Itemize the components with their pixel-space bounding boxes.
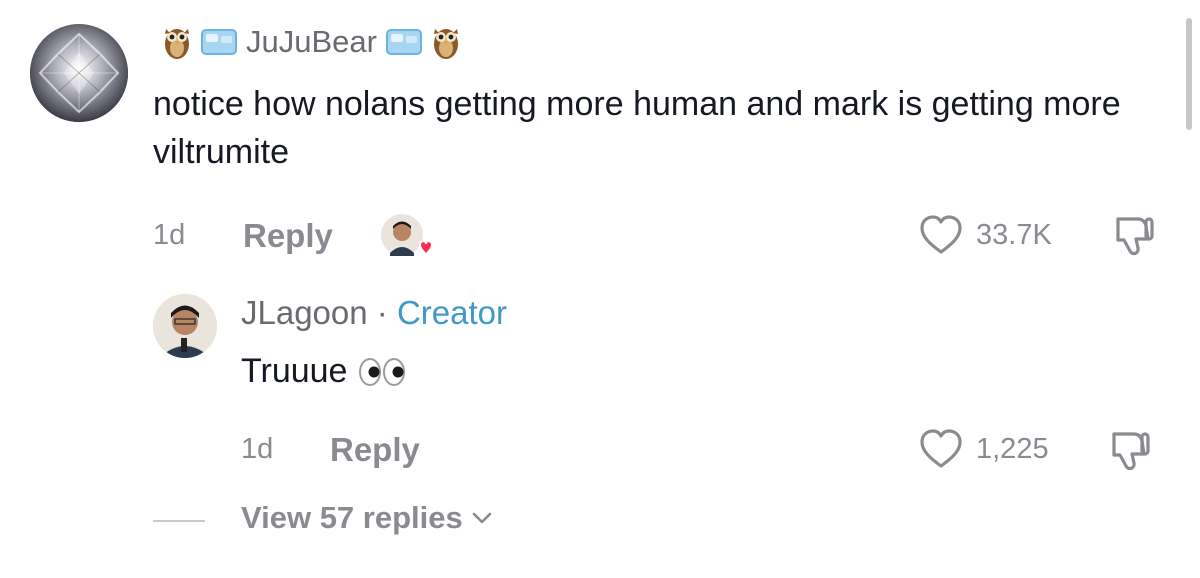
commenter-username[interactable]: JuJuBear xyxy=(246,24,377,60)
heart-outline-icon xyxy=(920,215,962,254)
reply-text: Truuue xyxy=(241,352,348,390)
creator-avatar-image xyxy=(153,294,217,358)
owl-emoji-icon xyxy=(433,29,458,59)
comment-reply-button[interactable]: Reply xyxy=(243,217,333,255)
reply-text-row: Truuue xyxy=(241,352,407,391)
creator-badge: Creator xyxy=(396,294,507,331)
name-separator: · xyxy=(367,294,397,331)
creator-avatar[interactable] xyxy=(153,294,217,358)
replies-divider xyxy=(153,520,205,522)
diamond-avatar-image xyxy=(30,24,128,122)
comment-like-count: 33.7K xyxy=(976,218,1052,251)
view-replies-label: View 57 replies xyxy=(241,500,463,535)
commenter-avatar[interactable] xyxy=(30,24,128,122)
thumbs-down-icon xyxy=(1116,217,1154,256)
scrollbar-thumb[interactable] xyxy=(1186,18,1192,130)
comment-dislike-button[interactable] xyxy=(1110,213,1156,264)
heart-outline-icon xyxy=(920,429,962,468)
thumbs-down-icon xyxy=(1112,432,1150,471)
reply-dislike-button[interactable] xyxy=(1106,428,1152,479)
ice-cube-emoji-icon xyxy=(385,29,422,55)
reply-reply-button[interactable]: Reply xyxy=(330,431,420,469)
reply-like-count: 1,225 xyxy=(976,432,1049,465)
eyes-emoji-icon xyxy=(359,357,406,386)
reply-author-row[interactable]: JLagoon · Creator xyxy=(241,294,507,332)
reply-like-button[interactable]: 1,225 xyxy=(918,428,1049,470)
liked-by-creator-badge xyxy=(380,213,434,261)
chevron-down-icon xyxy=(472,512,492,524)
view-replies-button[interactable]: View 57 replies xyxy=(241,500,493,536)
ice-cube-emoji-icon xyxy=(201,29,237,55)
comment-like-button[interactable]: 33.7K xyxy=(918,214,1052,256)
creator-heart-badge-icon xyxy=(381,214,434,256)
owl-emoji-icon xyxy=(165,29,189,59)
comment-timestamp: 1d xyxy=(153,219,186,251)
reply-timestamp: 1d xyxy=(241,433,274,465)
reply-username[interactable]: JLagoon xyxy=(241,294,368,331)
commenter-username-row[interactable]: JuJuBear xyxy=(162,22,461,62)
comment-text: notice how nolans getting more human and… xyxy=(153,85,1121,171)
